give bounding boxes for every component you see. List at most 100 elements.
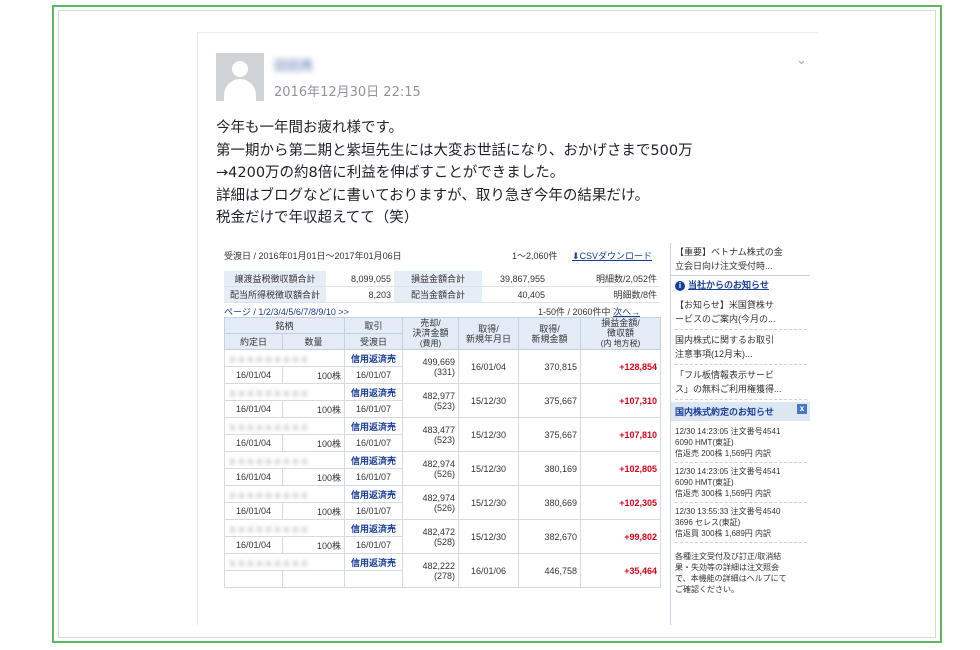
sale-amount: 482,222 (278) — [402, 553, 460, 588]
next-page-link[interactable]: 次へ→ — [613, 307, 640, 317]
trade-type: 信用返済売 — [344, 383, 404, 401]
trade-date: 16/01/04 — [224, 468, 283, 486]
acq-amount: 375,667 — [518, 417, 582, 452]
trade-type: 信用返済売 — [344, 485, 404, 503]
col-suryo: 数量 — [281, 333, 346, 350]
trade-date — [224, 570, 283, 588]
acq-date: 16/01/04 — [458, 349, 520, 384]
settle-date: 16/01/07 — [344, 400, 404, 418]
summary-row: 譲渡益税徴収額合計 8,099,055 損益金額合計 39,867,955 明細… — [224, 271, 660, 287]
settle-date: 16/01/07 — [344, 434, 404, 452]
post-line: →4200万の約8倍に利益を伸ばすことができました。 — [216, 165, 565, 181]
post-timestamp[interactable]: 2016年12月30日 22:15 — [274, 81, 421, 100]
col-ukewatashi: 受渡日 — [344, 333, 404, 350]
avatar[interactable] — [216, 53, 264, 101]
quantity: 100株 — [281, 502, 346, 520]
trade-date: 16/01/04 — [224, 400, 283, 418]
info-icon: i — [675, 281, 685, 291]
acq-date: 16/01/06 — [458, 553, 520, 588]
trade-date: 16/01/04 — [224, 366, 283, 384]
profit-loss: +128,854 — [580, 349, 662, 384]
author-name[interactable]: 田田亮 — [274, 55, 313, 74]
important-notice[interactable]: 【重要】ベトナム株式の金 立会日向け注文受付時... — [671, 243, 810, 275]
trade-type: 信用返済売 — [344, 349, 404, 367]
table-row[interactable]: ｘｘｘｘｘｘｘｘｘ 信用返済売 499,669 (331) 16/01/04 370,81… — [223, 349, 662, 384]
sale-amount: 482,977 (523) — [402, 383, 460, 418]
execution-item[interactable]: 12/30 13:55:33 注文番号4540 3696 セレス(東証) 信返買 3… — [675, 503, 807, 543]
table-row[interactable]: ｘｘｘｘｘｘｘｘｘ 信用返済売 482,472 (528) 15/12/30 382,67… — [223, 519, 662, 554]
col-torihiki: 取引 — [344, 317, 404, 334]
execution-notice-header: 国内株式約定のお知らせ x — [671, 402, 810, 421]
right-sidebar: 【重要】ベトナム株式の金 立会日向け注文受付時... i 当社からのお知らせ 【お… — [670, 243, 810, 625]
sale-amount: 482,974 (526) — [402, 485, 460, 520]
acq-date: 15/12/30 — [458, 519, 520, 554]
acq-amount: 382,670 — [518, 519, 582, 554]
table-row[interactable]: ｘｘｘｘｘｘｘｘｘ 信用返済売 482,974 (526) 15/12/30 380,66… — [223, 485, 662, 520]
table-row[interactable]: ｘｘｘｘｘｘｘｘｘ 信用返済売 482,974 (526) 15/12/30 380,16… — [223, 451, 662, 486]
sale-amount: 482,472 (528) — [402, 519, 460, 554]
quantity: 100株 — [281, 366, 346, 384]
profit-loss: +107,310 — [580, 383, 662, 418]
acq-amount: 380,669 — [518, 485, 582, 520]
brokerage-screenshot[interactable]: 受渡日 / 2016年01月01日〜2017年01月06日 1〜2,060件 ⬇… — [220, 243, 810, 625]
trade-table: 銘柄 取引 売却/ 決済金額 (費用) 取得/ 新規年月日 取得/ 新規金額 損益… — [223, 317, 662, 588]
date-range: 受渡日 / 2016年01月01日〜2017年01月06日 — [224, 251, 402, 261]
quantity: 100株 — [281, 434, 346, 452]
acq-amount: 375,667 — [518, 383, 582, 418]
col-yakujo: 約定日 — [224, 333, 283, 350]
trade-date: 16/01/04 — [224, 502, 283, 520]
range-header: 受渡日 / 2016年01月01日〜2017年01月06日 1〜2,060件 ⬇… — [224, 249, 660, 263]
stock-name[interactable]: ｘｘｘｘｘｘｘｘｘ — [223, 349, 346, 367]
post-line: 詳細はブログなどに書いておりますが、取り急ぎ今年の結果だけ。 — [216, 187, 650, 204]
post-line: 今年も一年間お疲れ様です。 — [216, 120, 404, 136]
settle-date: 16/01/07 — [344, 502, 404, 520]
trade-date: 16/01/04 — [224, 536, 283, 554]
table-row[interactable]: ｘｘｘｘｘｘｘｘｘ 信用返済売 482,222 (278) 16/01/06 446,75… — [223, 553, 662, 588]
trade-date: 16/01/04 — [224, 434, 283, 452]
post-line: 税金だけで年収超えてて（笑） — [216, 210, 419, 226]
acq-amount: 446,758 — [518, 553, 582, 588]
summary-table: 譲渡益税徴収額合計 8,099,055 損益金額合計 39,867,955 明細… — [224, 271, 660, 303]
stock-name[interactable]: ｘｘｘｘｘｘｘｘｘ — [223, 383, 346, 401]
profit-loss: +102,805 — [580, 451, 662, 486]
notice-section: i 当社からのお知らせ 【お知らせ】米国貸株サ ービスのご案内(今月の... 国内株… — [671, 275, 810, 402]
trade-type: 信用返済売 — [344, 519, 404, 537]
acq-amount: 370,815 — [518, 349, 582, 384]
result-count: 1〜2,060件 — [512, 251, 558, 261]
quantity: 100株 — [281, 400, 346, 418]
post-line: 第一期から第二期と紫垣先生には大変お世話になり、おかげさまで500万 — [216, 142, 693, 159]
sale-amount: 499,669 (331) — [402, 349, 460, 384]
stock-name[interactable]: ｘｘｘｘｘｘｘｘｘ — [223, 519, 346, 537]
execution-item[interactable]: 12/30 14:23:05 注文番号4541 6090 HMT(東証) 信返売 3… — [675, 463, 807, 503]
stock-name[interactable]: ｘｘｘｘｘｘｘｘｘ — [223, 553, 346, 571]
stock-name[interactable]: ｘｘｘｘｘｘｘｘｘ — [223, 451, 346, 469]
profit-loss: +107,810 — [580, 417, 662, 452]
stock-name[interactable]: ｘｘｘｘｘｘｘｘｘ — [223, 485, 346, 503]
acq-date: 15/12/30 — [458, 485, 520, 520]
col-shutoku-kin: 取得/ 新規金額 — [518, 317, 582, 350]
stock-name[interactable]: ｘｘｘｘｘｘｘｘｘ — [223, 417, 346, 435]
notice-title[interactable]: i 当社からのお知らせ — [675, 278, 807, 292]
trade-type: 信用返済売 — [344, 451, 404, 469]
col-soneki: 損益金額/ 徴収額 (内 地方税) — [580, 317, 662, 350]
post-body: 今年も一年間お疲れ様です。 第一期から第二期と紫垣先生には大変お世話になり、おか… — [216, 117, 806, 230]
quantity — [281, 570, 346, 588]
quantity: 100株 — [281, 468, 346, 486]
facebook-post: 田田亮 2016年12月30日 22:15 ⌄ 今年も一年間お疲れ様です。 第一… — [197, 32, 818, 625]
table-row[interactable]: ｘｘｘｘｘｘｘｘｘ 信用返済売 483,477 (523) 15/12/30 375,66… — [223, 417, 662, 452]
table-row[interactable]: ｘｘｘｘｘｘｘｘｘ 信用返済売 482,977 (523) 15/12/30 375,66… — [223, 383, 662, 418]
chevron-down-icon[interactable]: ⌄ — [796, 53, 807, 68]
execution-item[interactable]: 12/30 14:23:05 注文番号4541 6090 HMT(東証) 信返売 2… — [675, 423, 807, 463]
quantity: 100株 — [281, 536, 346, 554]
settle-date: 16/01/07 — [344, 468, 404, 486]
settle-date: 16/01/07 — [344, 366, 404, 384]
csv-download-link[interactable]: ⬇CSVダウンロード — [572, 249, 652, 262]
profit-loss: +35,464 — [580, 553, 662, 588]
close-icon[interactable]: x — [797, 404, 807, 414]
execution-list: 12/30 14:23:05 注文番号4541 6090 HMT(東証) 信返売 2… — [671, 421, 810, 545]
acq-amount: 380,169 — [518, 451, 582, 486]
col-shutoku: 取得/ 新規年月日 — [458, 317, 520, 350]
col-urikyaku: 売却/ 決済金額 (費用) — [402, 317, 460, 350]
acq-date: 15/12/30 — [458, 451, 520, 486]
trade-type: 信用返済売 — [344, 553, 404, 571]
